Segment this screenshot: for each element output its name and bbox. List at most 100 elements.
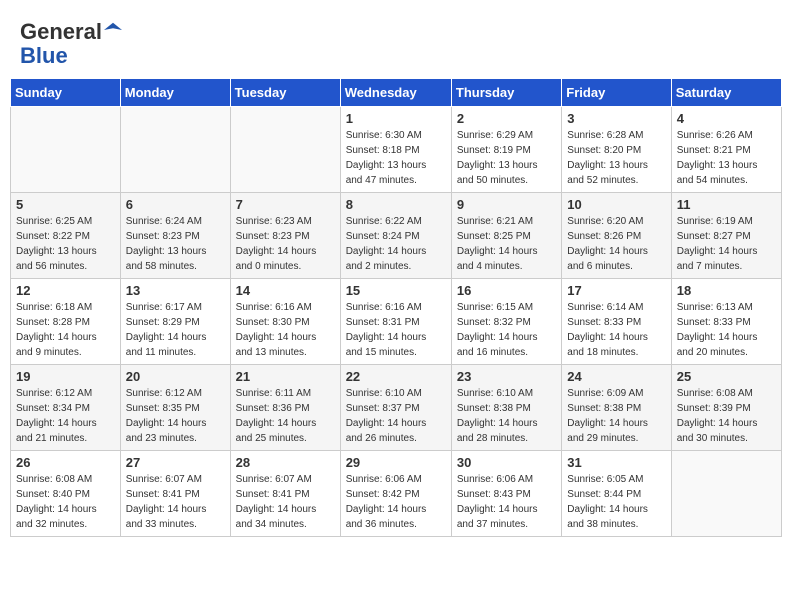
day-info: Sunrise: 6:13 AMSunset: 8:33 PMDaylight:… [677,300,776,360]
day-info: Sunrise: 6:17 AMSunset: 8:29 PMDaylight:… [126,300,225,360]
day-number: 24 [567,369,665,384]
calendar-day-cell: 1 Sunrise: 6:30 AMSunset: 8:18 PMDaylight… [340,107,451,193]
calendar-header-thursday: Thursday [451,79,561,107]
calendar-day-cell: 16 Sunrise: 6:15 AMSunset: 8:32 PMDayligh… [451,279,561,365]
day-number: 2 [457,111,556,126]
day-info: Sunrise: 6:12 AMSunset: 8:35 PMDaylight:… [126,386,225,446]
day-number: 3 [567,111,665,126]
logo-bird-icon [104,21,122,39]
calendar-day-cell: 28Sunrise: 6:07 AMSunset: 8:41 PMDayligh… [230,451,340,537]
day-number: 15 [346,283,446,298]
day-number: 31 [567,455,665,470]
day-number: 10 [567,197,665,212]
day-number: 28 [236,455,335,470]
day-info: Sunrise: 6:08 AMSunset: 8:40 PMDaylight:… [16,472,115,532]
calendar-day-cell: 15 Sunrise: 6:16 AMSunset: 8:31 PMDayligh… [340,279,451,365]
day-number: 13 [126,283,225,298]
calendar-day-cell: 7 Sunrise: 6:23 AMSunset: 8:23 PMDaylight… [230,193,340,279]
day-info: Sunrise: 6:10 AMSunset: 8:37 PMDaylight:… [346,386,446,446]
day-number: 1 [346,111,446,126]
calendar-day-cell: 23Sunrise: 6:10 AMSunset: 8:38 PMDayligh… [451,365,561,451]
calendar-header-tuesday: Tuesday [230,79,340,107]
calendar-header-wednesday: Wednesday [340,79,451,107]
day-info: Sunrise: 6:15 AMSunset: 8:32 PMDaylight:… [457,300,556,360]
day-number: 5 [16,197,115,212]
day-number: 19 [16,369,115,384]
calendar-week-row: 26 Sunrise: 6:08 AMSunset: 8:40 PMDayligh… [11,451,782,537]
calendar-day-cell: 3 Sunrise: 6:28 AMSunset: 8:20 PMDaylight… [562,107,671,193]
day-info: Sunrise: 6:16 AMSunset: 8:31 PMDaylight:… [346,300,446,360]
day-number: 11 [677,197,776,212]
calendar-header-sunday: Sunday [11,79,121,107]
day-number: 29 [346,455,446,470]
day-number: 21 [236,369,335,384]
day-info: Sunrise: 6:19 AMSunset: 8:27 PMDaylight:… [677,214,776,274]
day-number: 6 [126,197,225,212]
calendar-day-cell: 22 Sunrise: 6:10 AMSunset: 8:37 PMDayligh… [340,365,451,451]
day-number: 8 [346,197,446,212]
day-info: Sunrise: 6:24 AMSunset: 8:23 PMDaylight:… [126,214,225,274]
calendar-header-monday: Monday [120,79,230,107]
calendar-day-cell [230,107,340,193]
day-number: 23 [457,369,556,384]
day-info: Sunrise: 6:07 AMSunset: 8:41 PMDaylight:… [126,472,225,532]
day-number: 25 [677,369,776,384]
calendar-week-row: 5 Sunrise: 6:25 AMSunset: 8:22 PMDaylight… [11,193,782,279]
day-info: Sunrise: 6:28 AMSunset: 8:20 PMDaylight:… [567,128,665,188]
day-number: 27 [126,455,225,470]
calendar-day-cell: 18 Sunrise: 6:13 AMSunset: 8:33 PMDayligh… [671,279,781,365]
calendar-day-cell: 8 Sunrise: 6:22 AMSunset: 8:24 PMDaylight… [340,193,451,279]
calendar-day-cell: 10Sunrise: 6:20 AMSunset: 8:26 PMDayligh… [562,193,671,279]
calendar-header-saturday: Saturday [671,79,781,107]
calendar-day-cell: 9Sunrise: 6:21 AMSunset: 8:25 PMDaylight… [451,193,561,279]
day-info: Sunrise: 6:30 AMSunset: 8:18 PMDaylight:… [346,128,446,188]
calendar-day-cell: 24 Sunrise: 6:09 AMSunset: 8:38 PMDayligh… [562,365,671,451]
calendar-day-cell: 2 Sunrise: 6:29 AMSunset: 8:19 PMDaylight… [451,107,561,193]
calendar-day-cell: 5 Sunrise: 6:25 AMSunset: 8:22 PMDaylight… [11,193,121,279]
calendar-week-row: 19 Sunrise: 6:12 AMSunset: 8:34 PMDayligh… [11,365,782,451]
day-info: Sunrise: 6:12 AMSunset: 8:34 PMDaylight:… [16,386,115,446]
day-number: 9 [457,197,556,212]
day-info: Sunrise: 6:08 AMSunset: 8:39 PMDaylight:… [677,386,776,446]
calendar-day-cell: 30 Sunrise: 6:06 AMSunset: 8:43 PMDayligh… [451,451,561,537]
calendar-header-row: SundayMondayTuesdayWednesdayThursdayFrid… [11,79,782,107]
calendar-day-cell [120,107,230,193]
day-info: Sunrise: 6:06 AMSunset: 8:43 PMDaylight:… [457,472,556,532]
day-number: 18 [677,283,776,298]
day-number: 4 [677,111,776,126]
day-info: Sunrise: 6:22 AMSunset: 8:24 PMDaylight:… [346,214,446,274]
calendar-week-row: 12Sunrise: 6:18 AMSunset: 8:28 PMDayligh… [11,279,782,365]
day-number: 30 [457,455,556,470]
day-info: Sunrise: 6:23 AMSunset: 8:23 PMDaylight:… [236,214,335,274]
calendar-day-cell: 26 Sunrise: 6:08 AMSunset: 8:40 PMDayligh… [11,451,121,537]
day-number: 16 [457,283,556,298]
calendar-day-cell: 17Sunrise: 6:14 AMSunset: 8:33 PMDayligh… [562,279,671,365]
calendar-body: 1 Sunrise: 6:30 AMSunset: 8:18 PMDaylight… [11,107,782,537]
page-header: General Blue [10,10,782,73]
calendar-day-cell: 25 Sunrise: 6:08 AMSunset: 8:39 PMDayligh… [671,365,781,451]
calendar-day-cell: 4Sunrise: 6:26 AMSunset: 8:21 PMDaylight… [671,107,781,193]
calendar-day-cell: 14Sunrise: 6:16 AMSunset: 8:30 PMDayligh… [230,279,340,365]
day-number: 12 [16,283,115,298]
day-number: 20 [126,369,225,384]
day-info: Sunrise: 6:25 AMSunset: 8:22 PMDaylight:… [16,214,115,274]
day-info: Sunrise: 6:11 AMSunset: 8:36 PMDaylight:… [236,386,335,446]
day-number: 17 [567,283,665,298]
day-number: 7 [236,197,335,212]
day-info: Sunrise: 6:09 AMSunset: 8:38 PMDaylight:… [567,386,665,446]
day-info: Sunrise: 6:29 AMSunset: 8:19 PMDaylight:… [457,128,556,188]
calendar-day-cell: 12Sunrise: 6:18 AMSunset: 8:28 PMDayligh… [11,279,121,365]
calendar-day-cell [671,451,781,537]
logo-general: General [20,19,102,44]
calendar-day-cell: 13 Sunrise: 6:17 AMSunset: 8:29 PMDayligh… [120,279,230,365]
calendar-day-cell: 29 Sunrise: 6:06 AMSunset: 8:42 PMDayligh… [340,451,451,537]
calendar-day-cell: 20 Sunrise: 6:12 AMSunset: 8:35 PMDayligh… [120,365,230,451]
calendar-day-cell: 6 Sunrise: 6:24 AMSunset: 8:23 PMDaylight… [120,193,230,279]
logo-blue: Blue [20,43,68,68]
day-info: Sunrise: 6:16 AMSunset: 8:30 PMDaylight:… [236,300,335,360]
calendar-day-cell: 11 Sunrise: 6:19 AMSunset: 8:27 PMDayligh… [671,193,781,279]
day-info: Sunrise: 6:06 AMSunset: 8:42 PMDaylight:… [346,472,446,532]
calendar-day-cell: 21 Sunrise: 6:11 AMSunset: 8:36 PMDayligh… [230,365,340,451]
day-number: 26 [16,455,115,470]
day-number: 22 [346,369,446,384]
